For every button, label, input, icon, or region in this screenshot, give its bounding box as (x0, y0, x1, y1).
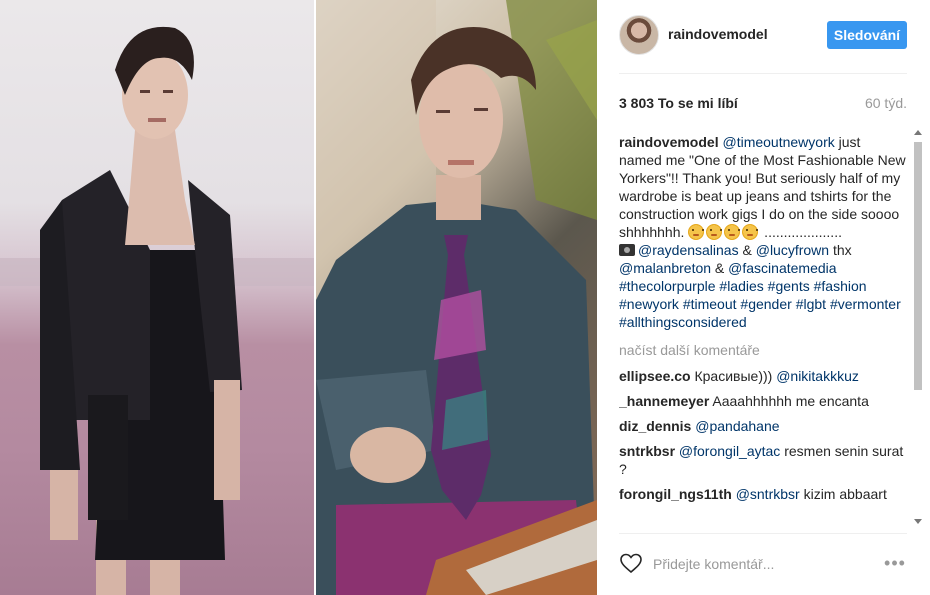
load-more-comments-link[interactable]: načíst další komentáře (619, 342, 907, 358)
flushed-face-emoji (742, 224, 759, 240)
likes-row: 3 803 To se mi líbí 60 týd. (619, 95, 907, 115)
post-age[interactable]: 60 týd. (865, 95, 907, 111)
post-photo[interactable] (0, 0, 597, 595)
camera-emoji (619, 244, 635, 256)
caption-mention[interactable]: @raydensalinas (638, 242, 739, 258)
caption-dots: .................... (760, 224, 842, 240)
scroll-down-arrow-icon[interactable] (914, 519, 922, 524)
caption-hashtag[interactable]: #newyork (619, 296, 679, 312)
post-caption: raindovemodel @timeoutnewyork just named… (619, 133, 907, 331)
heart-icon[interactable] (619, 551, 643, 575)
comment-item: _hannemeyer Aaaahhhhhh me encanta (619, 392, 907, 410)
comment-item: ellipsee.co Красивые))) @nikitakkkuz (619, 367, 907, 385)
header-divider (619, 73, 907, 74)
caption-text: & (738, 242, 756, 258)
caption-username[interactable]: raindovemodel (619, 134, 719, 150)
scrollbar-thumb[interactable] (914, 142, 922, 390)
post-author-username[interactable]: raindovemodel (668, 26, 768, 42)
comments-list[interactable]: raindovemodel @timeoutnewyork just named… (619, 128, 907, 532)
caption-hashtag[interactable]: #lgbt (796, 296, 826, 312)
caption-hashtag[interactable]: #allthingsconsidered (619, 314, 747, 330)
likes-count[interactable]: 3 803 To se mi líbí (619, 95, 738, 111)
comment-item: diz_dennis @pandahane (619, 417, 907, 435)
caption-text: thx (829, 242, 852, 258)
comment-text: Красивые))) (690, 368, 777, 384)
comment-mention[interactable]: @sntrkbsr (736, 486, 800, 502)
comment-text: Aaaahhhhhh me encanta (709, 393, 869, 409)
post-side-panel: raindovemodel Sledování 3 803 To se mi l… (597, 0, 930, 595)
caption-hashtag[interactable]: #timeout (683, 296, 737, 312)
comment-mention[interactable]: @nikitakkkuz (776, 368, 859, 384)
avatar[interactable] (619, 15, 659, 55)
photo-left-person-leather-jacket (0, 0, 314, 595)
caption-hashtag[interactable]: #thecolorpurple (619, 278, 716, 294)
comment-input[interactable] (653, 553, 863, 575)
scroll-up-arrow-icon[interactable] (914, 130, 922, 135)
caption-hashtag[interactable]: #gents (768, 278, 810, 294)
caption-hashtag[interactable]: #vermonter (830, 296, 901, 312)
more-options-icon[interactable]: ••• (881, 551, 909, 575)
following-button[interactable]: Sledování (827, 21, 907, 49)
photo-left-illustration (0, 26, 314, 595)
photo-right-illustration (316, 0, 597, 595)
comment-mention[interactable]: @forongil_aytac (679, 443, 780, 459)
comment-footer: ••• (597, 533, 930, 595)
caption-mention[interactable]: @malanbreton (619, 260, 711, 276)
caption-mention[interactable]: @lucyfrown (756, 242, 829, 258)
comment-item: forongil_ngs11th @sntrkbsr kizim abbaart (619, 485, 907, 503)
comment-username[interactable]: forongil_ngs11th (619, 486, 732, 502)
flushed-face-emoji (688, 224, 705, 240)
caption-hashtag[interactable]: #ladies (719, 278, 763, 294)
caption-text: & (711, 260, 729, 276)
comment-username[interactable]: sntrkbsr (619, 443, 675, 459)
flushed-face-emoji (724, 224, 741, 240)
comment-username[interactable]: _hannemeyer (619, 393, 709, 409)
comment-username[interactable]: diz_dennis (619, 418, 691, 434)
flushed-face-emoji (706, 224, 723, 240)
instagram-post-modal: raindovemodel Sledování 3 803 To se mi l… (0, 0, 930, 595)
comment-username[interactable]: ellipsee.co (619, 368, 691, 384)
caption-mention[interactable]: @timeoutnewyork (722, 134, 834, 150)
comment-item: sntrkbsr @forongil_aytac resmen senin su… (619, 442, 907, 478)
photo-right-person-tie (316, 0, 597, 595)
caption-mention[interactable]: @fascinatemedia (728, 260, 836, 276)
caption-hashtag[interactable]: #fashion (814, 278, 867, 294)
comments-scrollbar[interactable] (912, 128, 924, 526)
caption-hashtag[interactable]: #gender (740, 296, 791, 312)
post-header: raindovemodel Sledování (597, 0, 930, 72)
comment-mention[interactable]: @pandahane (695, 418, 779, 434)
comment-text: kizim abbaart (799, 486, 887, 502)
